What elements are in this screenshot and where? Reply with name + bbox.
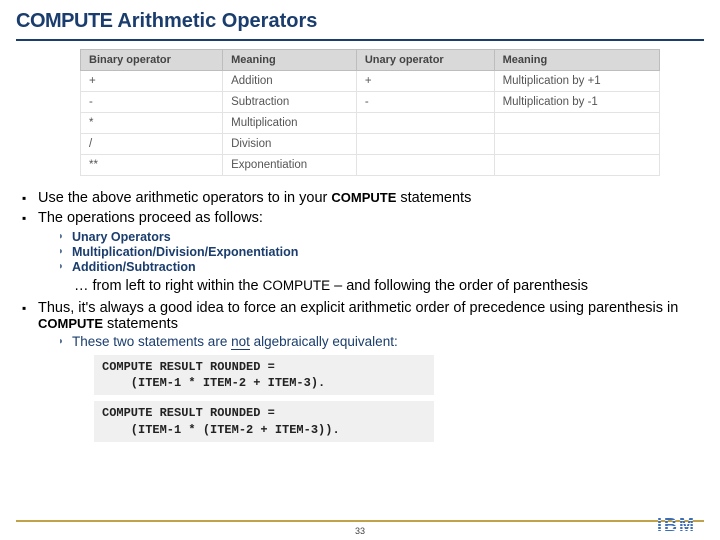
main-bullet-list: Use the above arithmetic operators to in… bbox=[22, 190, 698, 442]
table-header-row: Binary operator Meaning Unary operator M… bbox=[81, 50, 660, 71]
operators-table: Binary operator Meaning Unary operator M… bbox=[80, 49, 660, 176]
table-cell: Multiplication by -1 bbox=[494, 92, 659, 113]
footer-rule bbox=[16, 520, 704, 522]
table-cell bbox=[356, 155, 494, 176]
precedence-item: Unary Operators bbox=[58, 230, 698, 244]
code-example-1: COMPUTE RESULT ROUNDED = (ITEM-1 * ITEM-… bbox=[94, 355, 434, 395]
table-cell bbox=[494, 134, 659, 155]
precedence-item: Multiplication/Division/Exponentiation bbox=[58, 245, 698, 259]
col-binary-meaning: Meaning bbox=[223, 50, 357, 71]
table-cell: Subtraction bbox=[223, 92, 357, 113]
table-cell: Addition bbox=[223, 71, 357, 92]
col-unary-meaning: Meaning bbox=[494, 50, 659, 71]
table-cell: + bbox=[81, 71, 223, 92]
precedence-list: Unary OperatorsMultiplication/Division/E… bbox=[58, 230, 698, 274]
bullet-operations-proceed: The operations proceed as follows: Unary… bbox=[22, 210, 698, 294]
operators-table-wrap: Binary operator Meaning Unary operator M… bbox=[0, 49, 720, 182]
slide-body: Use the above arithmetic operators to in… bbox=[0, 182, 720, 442]
table-row: -Subtraction-Multiplication by -1 bbox=[81, 92, 660, 113]
table-cell: * bbox=[81, 113, 223, 134]
ibm-logo: IBM bbox=[657, 515, 696, 536]
bullet-use-operators: Use the above arithmetic operators to in… bbox=[22, 190, 698, 206]
table-cell: Exponentiation bbox=[223, 155, 357, 176]
table-row: **Exponentiation bbox=[81, 155, 660, 176]
table-cell: - bbox=[81, 92, 223, 113]
table-cell: + bbox=[356, 71, 494, 92]
table-cell: Multiplication bbox=[223, 113, 357, 134]
title-rest: Arithmetic Operators bbox=[113, 10, 318, 32]
title-keyword: COMPUTE bbox=[16, 10, 113, 32]
table-cell: - bbox=[356, 92, 494, 113]
table-cell bbox=[494, 113, 659, 134]
table-cell bbox=[356, 134, 494, 155]
table-cell: Multiplication by +1 bbox=[494, 71, 659, 92]
table-cell bbox=[494, 155, 659, 176]
table-row: *Multiplication bbox=[81, 113, 660, 134]
page-number: 33 bbox=[0, 526, 720, 536]
table-cell bbox=[356, 113, 494, 134]
col-binary-op: Binary operator bbox=[81, 50, 223, 71]
left-to-right-note: … from left to right within the COMPUTE … bbox=[74, 278, 698, 294]
bullet-force-parenthesis: Thus, it's always a good idea to force a… bbox=[22, 300, 698, 442]
table-row: +Addition+Multiplication by +1 bbox=[81, 71, 660, 92]
title-rule bbox=[16, 39, 704, 41]
table-cell: ** bbox=[81, 155, 223, 176]
table-cell: Division bbox=[223, 134, 357, 155]
equivalence-note-list: These two statements are not algebraical… bbox=[58, 334, 698, 349]
equivalence-note: These two statements are not algebraical… bbox=[58, 334, 698, 349]
slide-title: COMPUTE Arithmetic Operators bbox=[0, 0, 720, 39]
table-row: /Division bbox=[81, 134, 660, 155]
code-example-2: COMPUTE RESULT ROUNDED = (ITEM-1 * (ITEM… bbox=[94, 401, 434, 441]
col-unary-op: Unary operator bbox=[356, 50, 494, 71]
precedence-item: Addition/Subtraction bbox=[58, 260, 698, 274]
table-cell: / bbox=[81, 134, 223, 155]
